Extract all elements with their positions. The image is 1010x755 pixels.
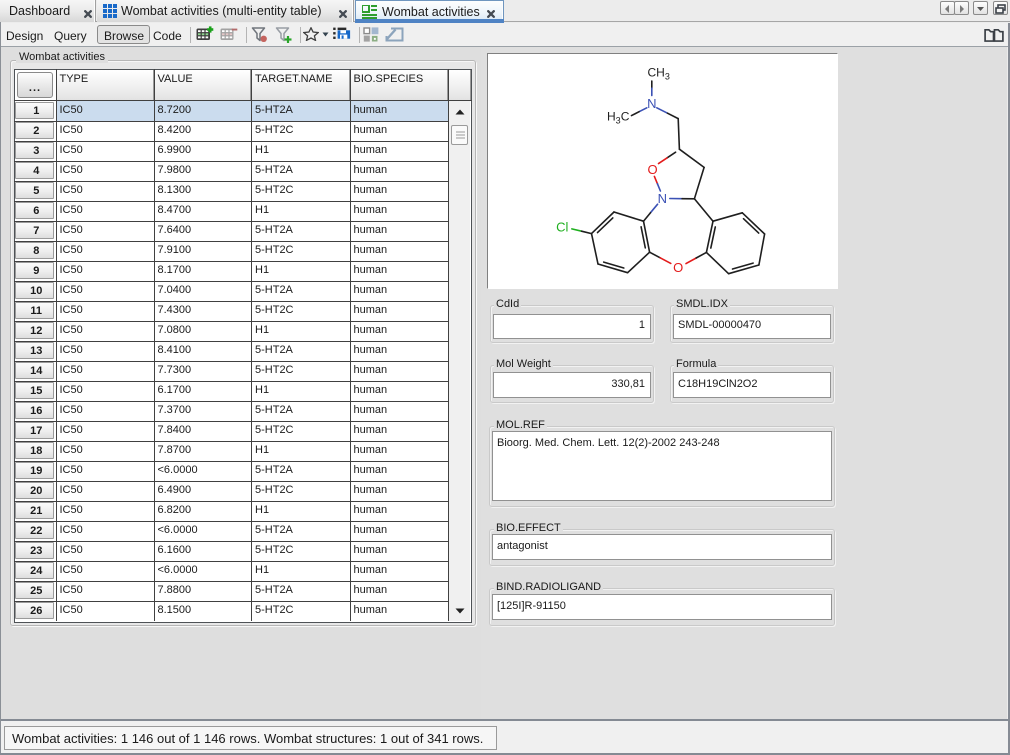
svg-text:N: N	[647, 96, 656, 111]
svg-text:O: O	[673, 260, 683, 275]
svg-text:CH3: CH3	[648, 66, 670, 82]
svg-text:O: O	[648, 162, 658, 177]
svg-text:Cl: Cl	[556, 220, 568, 235]
svg-text:H3C: H3C	[607, 110, 630, 126]
svg-text:N: N	[658, 191, 667, 206]
